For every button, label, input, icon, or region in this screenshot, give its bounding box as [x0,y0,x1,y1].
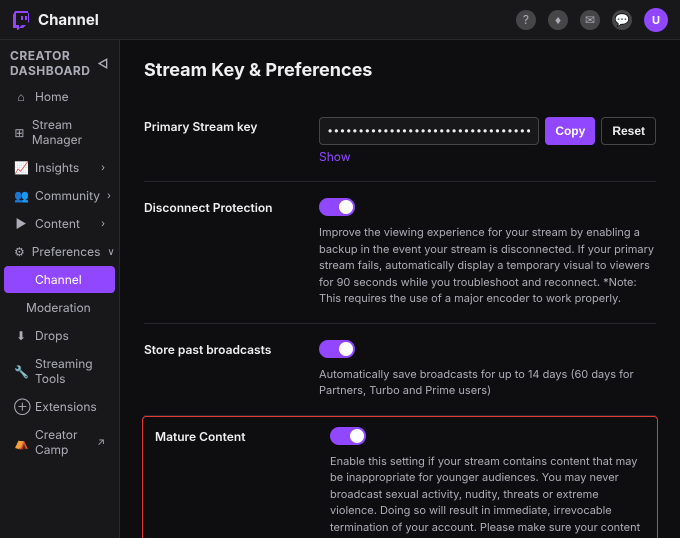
page-title: Stream Key & Preferences [144,60,656,81]
drops-icon: ⬇ [14,328,28,343]
sidebar-item-label: Extensions [35,399,97,414]
sidebar-item-stream-manager[interactable]: ⊞ Stream Manager [4,111,115,153]
sidebar-item-label: Home [35,89,69,104]
sidebar-item-content[interactable]: ▶ Content › [4,210,115,237]
stream-key-input[interactable] [319,117,539,145]
brand-logo[interactable]: Channel [12,10,99,30]
sidebar-item-label: Stream Manager [32,117,105,147]
sidebar-item-label: Creator Camp [35,427,90,457]
avatar[interactable]: U [644,8,668,32]
sidebar-item-label: Channel [35,272,82,287]
community-icon: 👥 [14,188,28,203]
sidebar-item-preferences[interactable]: ⚙ Preferences ∨ [4,238,115,265]
toggle-thumb [339,342,353,356]
dashboard-label: CREATOR DASHBOARD [10,48,97,78]
sidebar-item-label: Preferences [32,244,101,259]
chevron-right-icon: › [107,190,111,202]
brand-name: Channel [38,10,99,29]
setting-desc: Enable this setting if your stream conta… [330,453,645,538]
sidebar-item-streaming-tools[interactable]: 🔧 Streaming Tools [4,350,115,392]
sidebar-item-community[interactable]: 👥 Community › [4,182,115,209]
content-icon: ▶ [14,216,28,231]
setting-label: Store past broadcasts [144,340,299,399]
mature-content-toggle[interactable] [330,427,366,445]
messages-icon[interactable]: 💬 [612,10,632,30]
chevron-right-icon: › [101,218,105,230]
chevron-right-icon: › [101,162,105,174]
setting-row-primary-stream-key: Primary Stream key Copy Reset Show [144,101,656,182]
setting-content: Copy Reset Show [319,117,656,165]
setting-desc: Improve the viewing experience for your … [319,224,656,307]
setting-row-store-past-broadcasts: Store past broadcasts Automatically save… [144,324,656,416]
sidebar-item-label: Moderation [26,300,91,315]
topnav: Channel ? ♦ ✉ 💬 U [0,0,680,40]
reset-button[interactable]: Reset [601,117,656,145]
toggle-track [319,198,355,216]
setting-content: Enable this setting if your stream conta… [330,427,645,538]
external-link-icon: ↗ [97,436,105,448]
stream-key-row: Copy Reset [319,117,656,145]
setting-content: Improve the viewing experience for your … [319,198,656,307]
setting-label: Mature Content [155,427,310,538]
toggle-thumb [339,200,353,214]
sidebar-collapse-icon[interactable]: ◁ [97,56,109,71]
setting-row-mature-content: Mature Content Enable this setting if yo… [142,416,658,538]
toggle-track [319,340,355,358]
twitch-icon [12,10,32,30]
extensions-icon: ⊕ [14,399,28,414]
stream-manager-icon: ⊞ [14,125,25,140]
disconnect-protection-toggle[interactable] [319,198,355,216]
home-icon: ⌂ [14,89,28,104]
sidebar-item-label: Streaming Tools [35,356,105,386]
sidebar-item-home[interactable]: ⌂ Home [4,83,115,110]
sidebar-item-moderation[interactable]: Moderation [4,294,115,321]
sidebar-section-header: CREATOR DASHBOARD ◁ [0,40,119,82]
notifications-icon[interactable]: ✉ [580,10,600,30]
topnav-icons: ? ♦ ✉ 💬 U [516,8,668,32]
sidebar-item-label: Content [35,216,80,231]
sidebar-item-channel[interactable]: Channel [4,266,115,293]
setting-label: Primary Stream key [144,117,299,165]
main-content: Stream Key & Preferences Primary Stream … [120,40,680,538]
store-broadcasts-toggle[interactable] [319,340,355,358]
setting-label: Disconnect Protection [144,198,299,307]
insights-icon: 📈 [14,160,28,175]
layout: CREATOR DASHBOARD ◁ ⌂ Home ⊞ Stream Mana… [0,40,680,538]
creator-camp-icon: ⛺ [14,435,28,450]
sidebar-item-creator-camp[interactable]: ⛺ Creator Camp ↗ [4,421,115,463]
sidebar: CREATOR DASHBOARD ◁ ⌂ Home ⊞ Stream Mana… [0,40,120,538]
toggle-track [330,427,366,445]
copy-button[interactable]: Copy [545,117,595,145]
sidebar-item-label: Drops [35,328,69,343]
sidebar-item-extensions[interactable]: ⊕ Extensions [4,393,115,420]
setting-content: Automatically save broadcasts for up to … [319,340,656,399]
chevron-down-icon: ∨ [107,246,114,258]
help-icon[interactable]: ? [516,10,536,30]
setting-desc: Automatically save broadcasts for up to … [319,366,656,399]
crown-icon[interactable]: ♦ [548,10,568,30]
sidebar-item-label: Insights [35,160,79,175]
toggle-thumb [350,429,364,443]
sidebar-item-insights[interactable]: 📈 Insights › [4,154,115,181]
show-key-link[interactable]: Show [319,149,351,164]
preferences-icon: ⚙ [14,244,25,259]
setting-row-disconnect-protection: Disconnect Protection Improve the viewin… [144,182,656,324]
sidebar-item-drops[interactable]: ⬇ Drops [4,322,115,349]
sidebar-item-label: Community [35,188,100,203]
streaming-tools-icon: 🔧 [14,364,28,379]
